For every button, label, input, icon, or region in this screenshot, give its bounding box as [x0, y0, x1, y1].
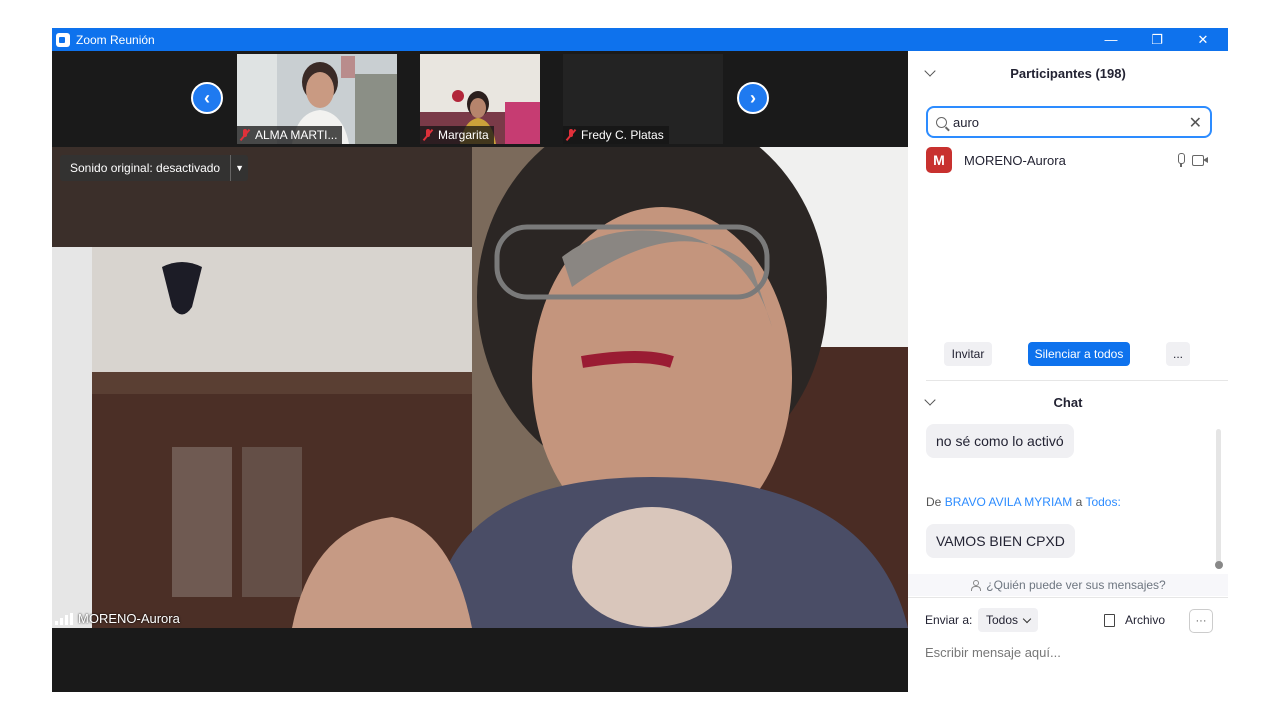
caret-down-icon[interactable]: ▼	[230, 155, 248, 181]
file-icon	[1104, 613, 1115, 627]
side-panel: Participantes (198) ✕ M MORENO-Aurora In…	[908, 51, 1228, 692]
chat-scrollbar[interactable]	[1216, 429, 1221, 569]
file-label: Archivo	[1125, 613, 1166, 627]
title-bar: Zoom Reunión — ❐ ✕	[52, 28, 1228, 51]
more-options-button[interactable]: ...	[1166, 342, 1190, 366]
participant-search[interactable]: ✕	[926, 106, 1212, 138]
mic-muted-icon	[423, 129, 433, 141]
mic-muted-icon	[566, 129, 576, 141]
mute-all-button[interactable]: Silenciar a todos	[1028, 342, 1130, 366]
chevron-down-icon	[1022, 614, 1032, 623]
chat-header: Chat	[908, 382, 1228, 422]
chat-message-input[interactable]	[925, 641, 1215, 663]
zoom-window: Zoom Reunión — ❐ ✕ ‹ ALMA MARTI... Marga…	[52, 28, 1228, 692]
who-can-see-link[interactable]: ¿Quién puede ver sus mensajes?	[908, 574, 1228, 596]
chevron-down-icon[interactable]	[924, 65, 936, 77]
chat-message: no sé como lo activó	[926, 424, 1074, 458]
thumbnail-fredy[interactable]: Fredy C. Platas	[563, 54, 723, 144]
send-to-value: Todos	[986, 613, 1019, 627]
speaker-video-frame	[52, 147, 908, 628]
next-page-button[interactable]: ›	[737, 82, 769, 114]
thumbnail-name-bar: Margarita	[420, 126, 494, 144]
close-button[interactable]: ✕	[1180, 28, 1226, 51]
chat-scroll-thumb[interactable]	[1215, 561, 1223, 569]
video-area: ‹ ALMA MARTI... Margarita Fredy C. Plata…	[52, 51, 908, 692]
send-to-dropdown[interactable]: Todos	[978, 608, 1039, 632]
original-sound-toggle[interactable]: Sonido original: desactivado ▼	[60, 155, 249, 181]
who-can-see-text: ¿Quién puede ver sus mensajes?	[986, 578, 1166, 592]
minimize-button[interactable]: —	[1088, 28, 1134, 51]
thumbnail-name-bar: Fredy C. Platas	[563, 126, 669, 144]
thumbnail-alma[interactable]: ALMA MARTI...	[237, 54, 397, 144]
sender-name[interactable]: BRAVO AVILA MYRIAM	[945, 495, 1073, 509]
active-speaker-video: Sonido original: desactivado ▼ MORENO-Au…	[52, 147, 908, 628]
thumbnail-name: ALMA MARTI...	[255, 128, 338, 142]
microphone-icon[interactable]	[1176, 153, 1185, 167]
section-divider	[926, 380, 1228, 381]
participants-title: Participantes (198)	[1010, 65, 1126, 81]
avatar: M	[926, 147, 952, 173]
participant-search-input[interactable]	[953, 114, 1173, 130]
search-icon	[936, 116, 947, 128]
speaker-name: MORENO-Aurora	[78, 611, 180, 626]
video-camera-icon[interactable]	[1192, 155, 1208, 166]
invite-button[interactable]: Invitar	[944, 342, 992, 366]
thumbnail-name-bar: ALMA MARTI...	[237, 126, 343, 144]
to-word: a	[1075, 495, 1083, 509]
participant-name: MORENO-Aurora	[964, 152, 1066, 168]
recipient-name[interactable]: Todos:	[1085, 495, 1120, 509]
original-sound-label: Sonido original: desactivado	[70, 161, 221, 175]
send-to-label: Enviar a:	[925, 613, 973, 627]
thumbnail-margarita[interactable]: Margarita	[420, 54, 540, 144]
chat-message-sender: De BRAVO AVILA MYRIAM a Todos:	[926, 495, 1121, 509]
mic-muted-icon	[240, 129, 250, 141]
prev-page-button[interactable]: ‹	[191, 82, 223, 114]
signal-strength-icon	[55, 612, 73, 625]
participants-header: Participantes (198)	[908, 53, 1228, 93]
thumbnail-name: Fredy C. Platas	[581, 128, 664, 142]
from-prefix: De	[926, 495, 942, 509]
zoom-app-icon	[56, 32, 70, 47]
participant-row[interactable]: M MORENO-Aurora	[926, 147, 1212, 173]
person-icon	[970, 580, 982, 591]
restore-button[interactable]: ❐	[1134, 28, 1180, 51]
file-button[interactable]: Archivo	[1104, 613, 1165, 627]
clear-search-icon[interactable]: ✕	[1189, 113, 1202, 133]
chat-title: Chat	[1053, 394, 1083, 410]
thumbnail-strip: ‹ ALMA MARTI... Margarita Fredy C. Plata…	[52, 51, 908, 147]
thumbnail-name: Margarita	[438, 128, 489, 142]
chat-message: VAMOS BIEN CPXD	[926, 524, 1075, 558]
speaker-name-label: MORENO-Aurora	[55, 611, 180, 626]
compose-divider	[908, 597, 1228, 598]
chat-more-button[interactable]: ···	[1189, 609, 1213, 633]
window-title: Zoom Reunión	[76, 32, 155, 47]
chevron-down-icon[interactable]	[924, 394, 936, 406]
